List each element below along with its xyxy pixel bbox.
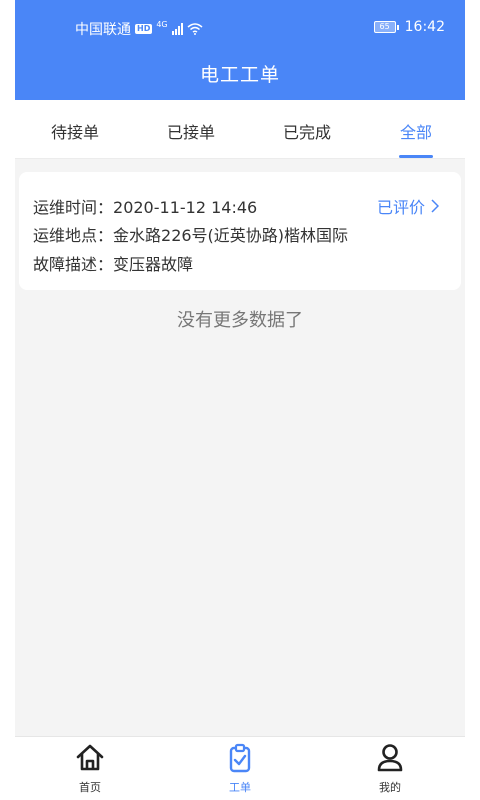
signal-icon bbox=[171, 23, 183, 35]
wifi-icon bbox=[187, 23, 203, 35]
order-location-value: 金水路226号(近英协路)楷林国际 bbox=[113, 226, 349, 245]
nav-home-label: 首页 bbox=[79, 781, 101, 794]
app-header: 中国联通 HD 4G 65 16:42 电工工单 bbox=[15, 0, 465, 100]
app-screen: 中国联通 HD 4G 65 16:42 电工工单 待接单 已接单 已完成 全部 … bbox=[15, 0, 465, 800]
network-type: 4G bbox=[156, 20, 168, 29]
order-tabs: 待接单 已接单 已完成 全部 bbox=[15, 100, 465, 159]
order-location-label: 运维地点： bbox=[33, 226, 114, 245]
status-left: 中国联通 HD 4G bbox=[75, 19, 203, 39]
status-bar: 中国联通 HD 4G 65 16:42 bbox=[15, 0, 465, 56]
nav-orders-label: 工单 bbox=[229, 781, 251, 794]
tab-all[interactable]: 全部 bbox=[400, 119, 432, 143]
battery-level: 65 bbox=[373, 21, 396, 33]
nav-mine-label: 我的 bbox=[379, 781, 401, 794]
bottom-nav: 首页 工单 我的 bbox=[15, 736, 465, 800]
nav-orders[interactable]: 工单 bbox=[205, 743, 275, 795]
tab-completed[interactable]: 已完成 bbox=[283, 119, 331, 143]
evaluated-label: 已评价 bbox=[376, 198, 425, 217]
hd-badge: HD bbox=[135, 24, 153, 34]
home-icon bbox=[76, 744, 104, 771]
nav-mine[interactable]: 我的 bbox=[355, 743, 425, 795]
battery-icon: 65 bbox=[373, 21, 399, 33]
active-tab-indicator bbox=[399, 155, 433, 158]
tab-pending[interactable]: 待接单 bbox=[51, 119, 99, 143]
order-fault-label: 故障描述： bbox=[33, 255, 114, 274]
order-time-row: 运维时间：2020-11-12 14:46 bbox=[33, 194, 257, 218]
carrier-name: 中国联通 bbox=[75, 22, 131, 38]
order-time-value: 2020-11-12 14:46 bbox=[113, 198, 258, 217]
status-right: 65 16:42 bbox=[373, 19, 445, 35]
nav-home[interactable]: 首页 bbox=[55, 743, 125, 795]
chevron-right-icon bbox=[431, 199, 439, 213]
no-more-data: 没有更多数据了 bbox=[177, 310, 303, 331]
order-time-label: 运维时间： bbox=[33, 198, 114, 217]
order-location-row: 运维地点：金水路226号(近英协路)楷林国际 bbox=[33, 222, 348, 246]
order-fault-row: 故障描述：变压器故障 bbox=[33, 251, 193, 275]
tab-accepted[interactable]: 已接单 bbox=[167, 119, 215, 143]
user-icon bbox=[377, 744, 403, 772]
page-title: 电工工单 bbox=[199, 64, 280, 86]
order-fault-value: 变压器故障 bbox=[113, 255, 194, 274]
clipboard-check-icon bbox=[229, 743, 251, 773]
status-time: 16:42 bbox=[404, 19, 445, 35]
order-card[interactable]: 运维时间：2020-11-12 14:46 运维地点：金水路226号(近英协路)… bbox=[19, 172, 461, 290]
evaluated-link[interactable]: 已评价 bbox=[377, 194, 439, 218]
